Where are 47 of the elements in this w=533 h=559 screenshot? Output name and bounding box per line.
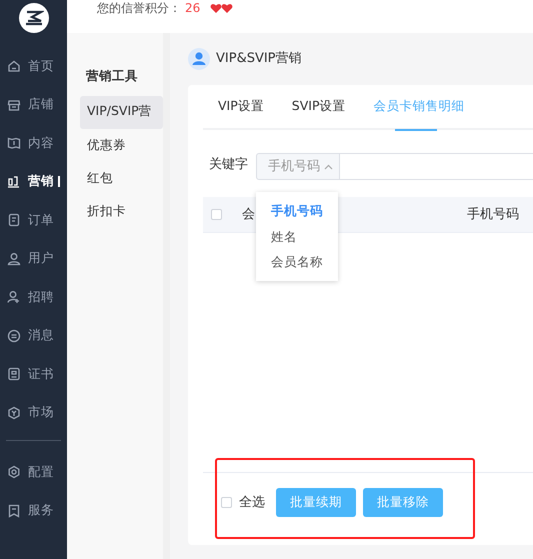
user-add-icon (7, 290, 21, 304)
message-icon (7, 328, 21, 343)
checkbox-label: 全选 (239, 494, 265, 512)
sidebar-item[interactable]: 店铺 (0, 86, 67, 124)
field-label: 关键字 (209, 156, 248, 174)
logo-icon (18, 3, 48, 33)
document-icon (7, 213, 21, 228)
tab[interactable]: VIP设置 (218, 84, 264, 129)
search-field[interactable] (340, 153, 533, 180)
bookmark-icon (7, 504, 21, 518)
sidebar-item[interactable]: 证书 (0, 355, 67, 394)
sidebar-item[interactable]: 营销 (0, 162, 67, 201)
sub-nav-item[interactable]: 优惠券 (80, 130, 163, 163)
sidebar-item[interactable]: 首页 (0, 47, 67, 86)
certificate-icon (7, 367, 21, 382)
sidebar-item[interactable]: 订单 (0, 201, 67, 240)
page-title: VIP&SVIP营销 (216, 50, 302, 68)
sidebar-item[interactable]: 配置 (0, 453, 67, 492)
sidebar-item[interactable]: 用户 (0, 240, 67, 278)
sidebar-item[interactable]: 招聘 (0, 278, 67, 316)
tab[interactable]: SVIP设置 (292, 84, 346, 129)
sidebar-item[interactable]: 内容 (0, 124, 67, 162)
home-icon (7, 59, 21, 74)
sidebar-item[interactable]: 消息 (0, 316, 67, 355)
avatar-icon (188, 48, 210, 70)
dropdown-option[interactable]: 手机号码 (256, 198, 338, 224)
sub-nav-item[interactable]: VIP/SVIP营 (80, 96, 163, 129)
section-title: 营销工具 (86, 67, 139, 85)
column-header: 会 (242, 206, 255, 224)
settings-icon (7, 465, 21, 480)
book-icon (7, 136, 21, 150)
sidebar-item[interactable]: 市场 (0, 394, 67, 432)
store-icon (7, 98, 21, 112)
dropdown-option[interactable]: 姓名 (256, 224, 338, 249)
market-icon (7, 406, 21, 420)
active-indicator (58, 176, 60, 188)
checkbox[interactable] (221, 497, 232, 508)
sub-nav-item[interactable]: 红包 (80, 162, 163, 196)
column-header: 手机号码 (467, 206, 519, 224)
chart-icon (7, 174, 21, 189)
user-icon (7, 252, 21, 266)
dropdown-option[interactable]: 会员名称 (256, 249, 338, 274)
credit-value: 26 (185, 0, 200, 17)
credit-label: 您的信誉积分： (97, 0, 181, 17)
sub-nav-item[interactable]: 折扣卡 (80, 196, 163, 229)
sidebar-item[interactable]: 服务 (0, 492, 67, 530)
checkbox[interactable] (211, 209, 222, 220)
